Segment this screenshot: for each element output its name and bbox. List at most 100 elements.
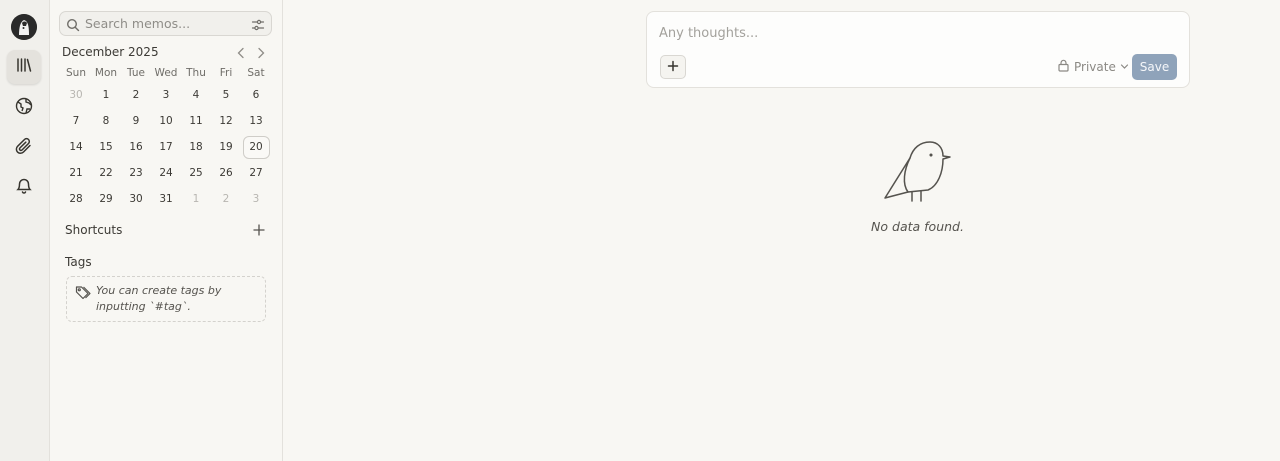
calendar-header: December 2025: [62, 45, 272, 61]
memo-input[interactable]: [659, 26, 1179, 48]
calendar-cell: 3: [151, 82, 181, 108]
calendar-day[interactable]: 3: [151, 82, 181, 108]
calendar-day[interactable]: 27: [241, 160, 271, 186]
calendar-cell: 6: [241, 82, 271, 108]
paperclip-icon: [15, 137, 33, 159]
calendar-cell: 4: [181, 82, 211, 108]
nav-rail: [0, 0, 50, 461]
shortcuts-title: Shortcuts: [65, 223, 123, 237]
calendar-day[interactable]: 2: [211, 186, 241, 212]
nav-inbox[interactable]: [7, 171, 41, 205]
calendar-cell: 26: [211, 160, 241, 186]
calendar-cell: 18: [181, 134, 211, 160]
visibility-select[interactable]: Private: [1057, 59, 1129, 75]
calendar-day[interactable]: 12: [211, 108, 241, 134]
calendar-cell: 23: [121, 160, 151, 186]
insert-menu-button[interactable]: [660, 55, 686, 79]
library-icon: [15, 56, 33, 78]
add-shortcut-button[interactable]: [252, 222, 266, 238]
calendar-cell: 22: [91, 160, 121, 186]
bird-icon: [880, 138, 955, 208]
calendar-weekday: Fri: [219, 67, 233, 79]
calendar-cell: 14: [61, 134, 91, 160]
calendar-cell: 21: [61, 160, 91, 186]
calendar-day[interactable]: 3: [241, 186, 271, 212]
calendar-day[interactable]: 7: [61, 108, 91, 134]
calendar-day[interactable]: 30: [121, 186, 151, 212]
calendar-day[interactable]: 2: [121, 82, 151, 108]
calendar-day[interactable]: 23: [121, 160, 151, 186]
search-input[interactable]: [85, 14, 245, 33]
nav-explore[interactable]: [7, 91, 41, 125]
calendar-day[interactable]: 29: [91, 186, 121, 212]
globe-icon: [15, 97, 33, 119]
tags-icon: [75, 285, 91, 305]
calendar-day[interactable]: 5: [211, 82, 241, 108]
calendar-cell: 30: [121, 186, 151, 212]
calendar-day[interactable]: 30: [61, 82, 91, 108]
calendar-day[interactable]: 22: [91, 160, 121, 186]
chevron-right-icon: [256, 44, 266, 63]
calendar-cell: 1: [181, 186, 211, 212]
calendar-weekday: Thu: [186, 67, 206, 79]
calendar-day[interactable]: 15: [91, 134, 121, 160]
calendar-day[interactable]: 8: [91, 108, 121, 134]
calendar-day[interactable]: 18: [181, 134, 211, 160]
calendar-cell: 13: [241, 108, 271, 134]
calendar-cell: 29: [91, 186, 121, 212]
calendar-day-today[interactable]: 20: [242, 135, 270, 159]
calendar-day[interactable]: 21: [61, 160, 91, 186]
calendar-day[interactable]: 24: [151, 160, 181, 186]
calendar-day[interactable]: 31: [151, 186, 181, 212]
calendar-day[interactable]: 26: [211, 160, 241, 186]
calendar-day[interactable]: 1: [91, 82, 121, 108]
calendar-cell: 31: [151, 186, 181, 212]
calendar-cell: 16: [121, 134, 151, 160]
sidebar: December 2025 SunMonTueWedThuFriSat30123…: [50, 0, 283, 461]
calendar-cell: 24: [151, 160, 181, 186]
lock-icon: [1057, 59, 1070, 75]
calendar-grid: Sun Mon Tue Wed Thu Fri Sat 30 1 2 3 4 5 6 7 8 9 10 11 12 13…: [61, 64, 271, 212]
save-button[interactable]: Save: [1132, 54, 1177, 80]
calendar-cell: 7: [61, 108, 91, 134]
chevron-left-icon: [236, 44, 246, 63]
calendar-day[interactable]: 9: [121, 108, 151, 134]
search-box[interactable]: [59, 11, 272, 36]
calendar-weekday: Sun: [66, 67, 86, 79]
calendar-prev-button[interactable]: [234, 45, 248, 61]
calendar-cell: 1: [91, 82, 121, 108]
filter-icon[interactable]: [251, 17, 265, 36]
calendar-day[interactable]: 10: [151, 108, 181, 134]
empty-state-text: No data found.: [871, 219, 964, 234]
chevron-down-icon: [1120, 60, 1129, 74]
calendar-cell: 17: [151, 134, 181, 160]
calendar-day[interactable]: 14: [61, 134, 91, 160]
calendar-cell: 3: [241, 186, 271, 212]
calendar-weekday: Tue: [127, 67, 145, 79]
calendar-cell: 9: [121, 108, 151, 134]
calendar-day[interactable]: 6: [241, 82, 271, 108]
calendar-day[interactable]: 28: [61, 186, 91, 212]
calendar-cell: 28: [61, 186, 91, 212]
calendar-day[interactable]: 13: [241, 108, 271, 134]
calendar-weekday: Sat: [247, 67, 265, 79]
calendar-cell: 8: [91, 108, 121, 134]
calendar-day[interactable]: 16: [121, 134, 151, 160]
calendar-day[interactable]: 1: [181, 186, 211, 212]
search-icon: [66, 17, 80, 36]
tags-hint-text: You can create tags by inputting `#tag`.: [96, 284, 222, 313]
calendar-day[interactable]: 25: [181, 160, 211, 186]
calendar-cell: 12: [211, 108, 241, 134]
plus-icon: [253, 221, 265, 240]
calendar-day[interactable]: 11: [181, 108, 211, 134]
calendar-next-button[interactable]: [254, 45, 268, 61]
user-avatar[interactable]: [11, 14, 37, 40]
calendar-weekday: Mon: [94, 67, 118, 79]
nav-memos[interactable]: [7, 50, 41, 84]
nav-attachments[interactable]: [7, 131, 41, 165]
calendar-day[interactable]: 4: [181, 82, 211, 108]
calendar-day[interactable]: 19: [211, 134, 241, 160]
calendar-cell: 2: [121, 82, 151, 108]
calendar-day[interactable]: 17: [151, 134, 181, 160]
calendar-cell: 25: [181, 160, 211, 186]
